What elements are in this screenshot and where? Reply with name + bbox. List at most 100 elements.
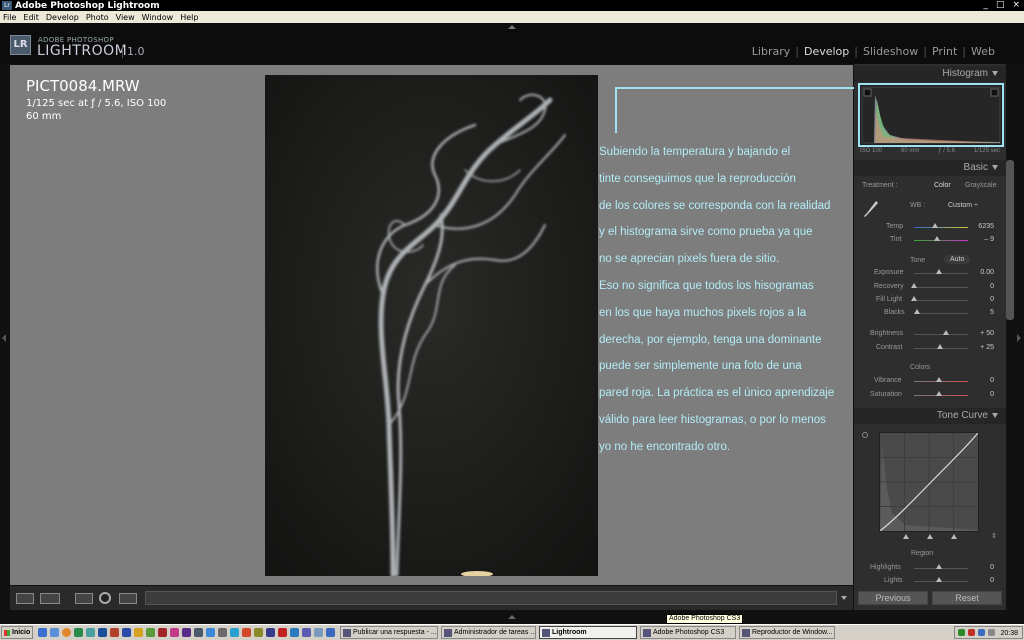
fill-light-slider[interactable]	[914, 300, 968, 301]
module-print[interactable]: Print	[927, 45, 962, 58]
brightness-slider[interactable]	[914, 334, 968, 335]
app-quicklaunch-icon[interactable]	[74, 628, 83, 637]
temp-value[interactable]: 6235	[974, 223, 994, 230]
recovery-value[interactable]: 0	[974, 283, 994, 290]
tint-slider[interactable]	[914, 240, 968, 241]
app-quicklaunch-icon[interactable]	[218, 628, 227, 637]
filmstrip-toggle-icon[interactable]	[508, 615, 516, 619]
before-after-icon[interactable]	[40, 593, 60, 604]
highlights-knob[interactable]	[936, 564, 942, 569]
task-administrador-tareas[interactable]: Administrador de tareas ...	[441, 626, 536, 639]
app-quicklaunch-icon[interactable]	[314, 628, 323, 637]
lightroom-quicklaunch-icon[interactable]	[194, 628, 203, 637]
lights-value[interactable]: 0	[974, 577, 994, 584]
dreamweaver-quicklaunch-icon[interactable]	[146, 628, 155, 637]
tray-icon[interactable]	[968, 629, 975, 636]
app-quicklaunch-icon[interactable]	[182, 628, 191, 637]
auto-tone-button[interactable]: Auto	[944, 255, 971, 264]
exposure-knob[interactable]	[936, 269, 942, 274]
blacks-knob[interactable]	[914, 309, 920, 314]
right-panel-toggle-icon[interactable]	[1017, 334, 1021, 342]
maximize-button[interactable]: □	[996, 0, 1005, 11]
start-button[interactable]: Inicio	[1, 626, 33, 639]
tint-knob[interactable]	[934, 236, 940, 241]
shadow-clip-icon[interactable]	[863, 88, 872, 97]
module-library[interactable]: Library	[747, 45, 795, 58]
tray-icon[interactable]	[958, 629, 965, 636]
contrast-knob[interactable]	[937, 344, 943, 349]
task-lightroom[interactable]: Lightroom	[539, 626, 637, 639]
menu-window[interactable]: Window	[142, 13, 174, 22]
fill-light-value[interactable]: 0	[974, 296, 994, 303]
vibrance-knob[interactable]	[936, 377, 942, 382]
temp-slider[interactable]	[914, 227, 968, 228]
app-quicklaunch-icon[interactable]	[98, 628, 107, 637]
treatment-grayscale[interactable]: Grayscale	[965, 182, 997, 189]
contrast-value[interactable]: + 25	[974, 344, 994, 351]
app-quicklaunch-icon[interactable]	[326, 628, 335, 637]
split-shadows-knob[interactable]	[903, 534, 909, 539]
recovery-slider[interactable]	[914, 287, 968, 288]
crop-tool-icon[interactable]	[75, 593, 93, 604]
photoshop-quicklaunch-icon[interactable]	[122, 628, 131, 637]
task-publicar-respuesta[interactable]: Publicar una respuesta - ...	[340, 626, 438, 639]
saturation-value[interactable]: 0	[974, 391, 994, 398]
targeted-adjustment-icon[interactable]	[862, 432, 868, 438]
temp-knob[interactable]	[932, 223, 938, 228]
basic-header[interactable]: Basic	[854, 160, 1006, 176]
reset-button[interactable]: Reset	[932, 591, 1002, 605]
highlights-value[interactable]: 0	[974, 564, 994, 571]
highlight-clip-icon[interactable]	[990, 88, 999, 97]
close-button[interactable]: ×	[1012, 0, 1020, 11]
firefox-quicklaunch-icon[interactable]	[62, 628, 71, 637]
module-web[interactable]: Web	[966, 45, 1000, 58]
app-quicklaunch-icon[interactable]	[266, 628, 275, 637]
blacks-slider[interactable]	[914, 313, 968, 314]
toolbar-content-dropdown-icon[interactable]	[841, 596, 847, 600]
split-highlights-knob[interactable]	[951, 534, 957, 539]
top-panel-toggle-icon[interactable]	[508, 25, 516, 29]
white-balance-eyedropper-icon[interactable]	[862, 198, 880, 220]
saturation-knob[interactable]	[936, 391, 942, 396]
app-quicklaunch-icon[interactable]	[242, 628, 251, 637]
ie-quicklaunch-icon[interactable]	[38, 628, 47, 637]
recovery-knob[interactable]	[911, 283, 917, 288]
loupe-view-icon[interactable]	[16, 593, 34, 604]
app-quicklaunch-icon[interactable]	[302, 628, 311, 637]
lights-knob[interactable]	[936, 577, 942, 582]
tone-curve-graph[interactable]	[879, 432, 979, 532]
volume-tray-icon[interactable]	[988, 629, 995, 636]
indesign-quicklaunch-icon[interactable]	[170, 628, 179, 637]
vibrance-value[interactable]: 0	[974, 377, 994, 384]
tint-value[interactable]: – 9	[974, 236, 994, 243]
task-photoshop[interactable]: Adobe Photoshop CS3	[640, 626, 736, 639]
app-quicklaunch-icon[interactable]	[254, 628, 263, 637]
menu-edit[interactable]: Edit	[23, 13, 39, 22]
treatment-color[interactable]: Color	[934, 182, 951, 189]
red-eye-tool-icon[interactable]	[99, 592, 111, 604]
bridge-quicklaunch-icon[interactable]	[110, 628, 119, 637]
exposure-value[interactable]: 0.00	[974, 269, 994, 276]
left-panel-toggle-icon[interactable]	[2, 334, 6, 342]
filezilla-quicklaunch-icon[interactable]	[278, 628, 287, 637]
blacks-value[interactable]: 5	[974, 309, 994, 316]
app-quicklaunch-icon[interactable]	[290, 628, 299, 637]
toolbar-field[interactable]	[145, 591, 837, 605]
menu-help[interactable]: Help	[180, 13, 198, 22]
clock[interactable]: 20:38	[1000, 628, 1018, 639]
module-develop[interactable]: Develop	[799, 45, 854, 58]
wb-select[interactable]: Custom ÷	[948, 202, 978, 209]
app-quicklaunch-icon[interactable]	[86, 628, 95, 637]
app-quicklaunch-icon[interactable]	[230, 628, 239, 637]
curve-expand-icon[interactable]: ⇕	[991, 532, 997, 540]
tone-curve-header[interactable]: Tone Curve	[854, 408, 1006, 424]
module-slideshow[interactable]: Slideshow	[858, 45, 923, 58]
illustrator-quicklaunch-icon[interactable]	[134, 628, 143, 637]
menu-view[interactable]: View	[116, 13, 135, 22]
task-reproductor[interactable]: Reproductor de Window...	[739, 626, 835, 639]
flash-quicklaunch-icon[interactable]	[158, 628, 167, 637]
menu-photo[interactable]: Photo	[86, 13, 109, 22]
panel-scrollbar[interactable]	[1006, 160, 1014, 320]
app-quicklaunch-icon[interactable]	[206, 628, 215, 637]
remove-spots-icon[interactable]	[119, 593, 137, 604]
